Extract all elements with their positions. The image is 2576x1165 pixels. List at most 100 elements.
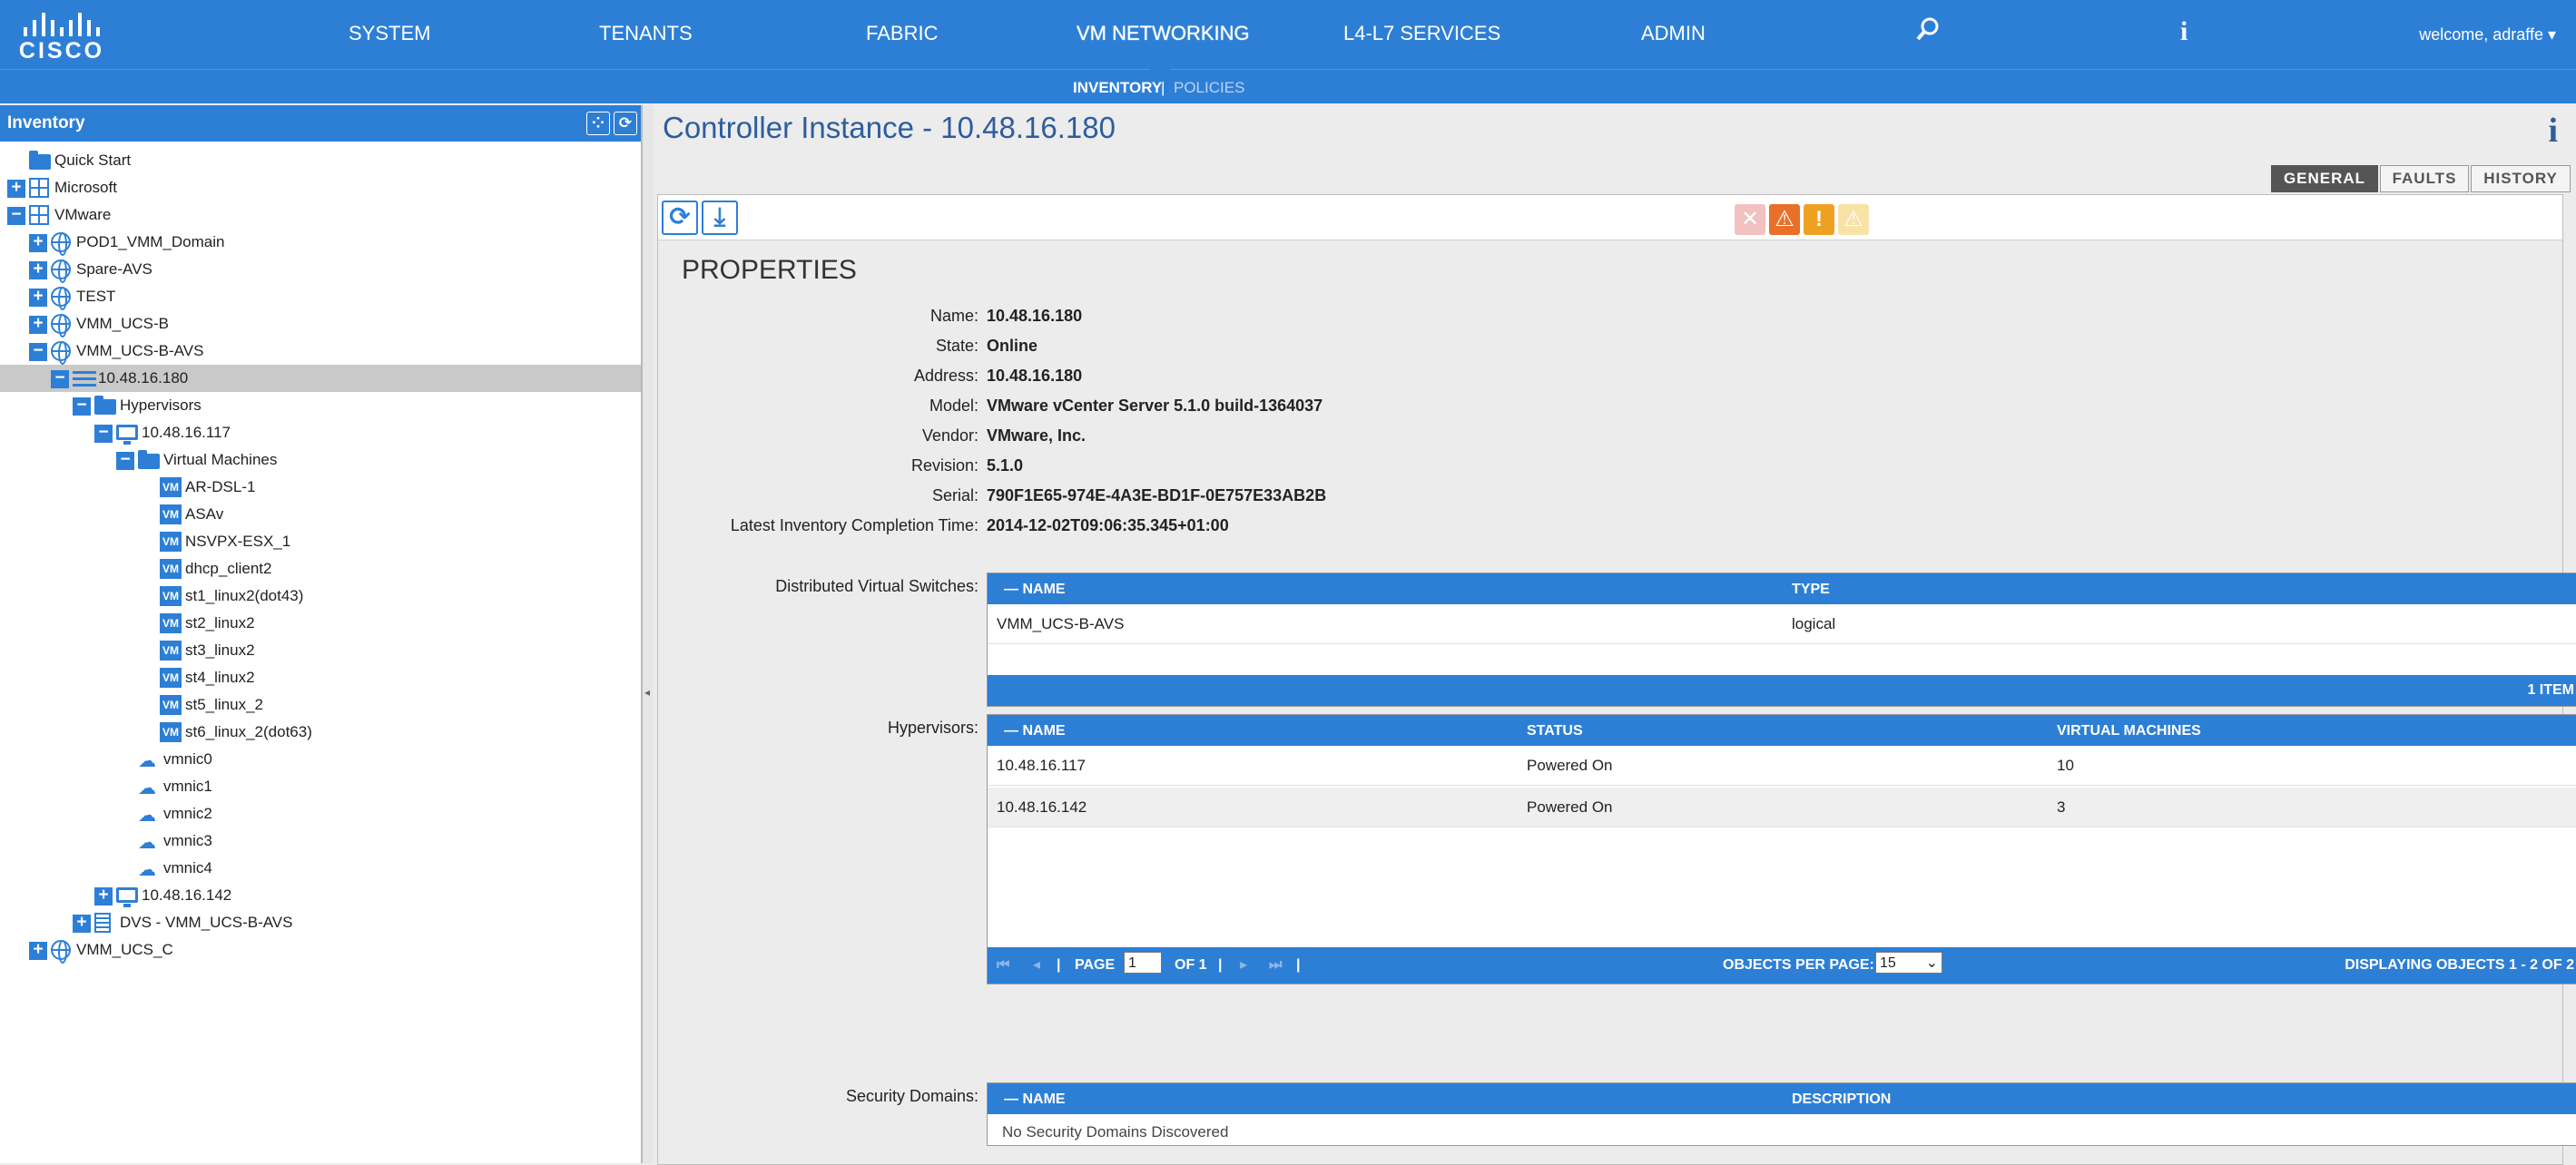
expand-icon[interactable]: + [29, 288, 47, 307]
tree-node-label: AR-DSL-1 [185, 478, 256, 495]
major-fault-icon[interactable]: ⚠ [1769, 204, 1800, 235]
tree-node[interactable]: VM st5_linux_2 [0, 691, 641, 719]
tree-node[interactable]: VM st1_linux2(dot43) [0, 582, 641, 610]
tree-node[interactable]: + Spare-AVS [0, 256, 641, 283]
collapse-icon[interactable]: − [116, 451, 134, 470]
tab-faults[interactable]: FAULTS [2380, 165, 2469, 192]
minor-fault-icon[interactable]: ! [1804, 204, 1834, 235]
sec-col-name[interactable]: — NAME [1004, 1092, 1066, 1108]
subnav-policies[interactable]: POLICIES [1174, 79, 1244, 97]
nav-fabric[interactable]: FABRIC [866, 22, 938, 45]
collapse-icon[interactable]: − [29, 342, 47, 361]
tree-node[interactable]: + VMM_UCS_C [0, 936, 641, 964]
tree-node[interactable]: VM st2_linux2 [0, 610, 641, 637]
nav-l4-l7-services[interactable]: L4-L7 SERVICES [1343, 22, 1500, 45]
folder-icon [138, 450, 160, 469]
download-button-icon[interactable]: ⤓ [702, 201, 738, 235]
tree-node[interactable]: ☁ vmnic1 [0, 773, 641, 800]
tree-node[interactable]: VM ASAv [0, 501, 641, 528]
nav-tenants[interactable]: TENANTS [599, 22, 693, 45]
refresh-icon[interactable]: ⟳ [614, 112, 637, 135]
tree-node[interactable]: + TEST [0, 283, 641, 310]
tree-node[interactable]: ☁ vmnic3 [0, 827, 641, 855]
collapse-icon[interactable]: − [73, 396, 91, 416]
tree-layout-icon[interactable]: ⁘ [586, 112, 610, 135]
tab-history[interactable]: HISTORY [2471, 165, 2571, 192]
nav-system[interactable]: SYSTEM [349, 22, 430, 45]
hv-cell-vms: 3 [2057, 798, 2066, 816]
tree-node[interactable]: + POD1_VMM_Domain [0, 229, 641, 256]
tree-node[interactable]: + DVS - VMM_UCS-B-AVS [0, 909, 641, 936]
tree-node[interactable]: Quick Start [0, 147, 641, 174]
tree-node[interactable]: ☁ vmnic4 [0, 855, 641, 882]
tree-node[interactable]: ☁ vmnic2 [0, 800, 641, 827]
tree-node[interactable]: VM st3_linux2 [0, 637, 641, 664]
tree-node[interactable]: ☁ vmnic0 [0, 746, 641, 773]
user-menu[interactable]: welcome, adraffe ▾ [2419, 25, 2556, 44]
first-page-icon[interactable]: ⏮ [997, 947, 1009, 984]
tree-node[interactable]: +10.48.16.142 [0, 882, 641, 909]
tree-node[interactable]: VM AR-DSL-1 [0, 474, 641, 501]
tree-node[interactable]: − Virtual Machines [0, 446, 641, 474]
property-value: 10.48.16.180 [987, 307, 1083, 325]
page-title: Controller Instance - 10.48.16.180 [663, 111, 1116, 144]
expand-icon[interactable]: + [7, 179, 25, 198]
expand-icon[interactable]: + [73, 914, 91, 933]
tree-node[interactable]: VM st6_linux_2(dot63) [0, 719, 641, 746]
hypervisors-table: — NAME STATUS VIRTUAL MACHINES 10.48.16.… [987, 714, 2576, 984]
tree-node-label: 10.48.16.180 [98, 369, 189, 387]
tree-node[interactable]: − 10.48.16.117 [0, 419, 641, 446]
tree-node[interactable]: VM dhcp_client2 [0, 555, 641, 582]
collapse-arrow-icon[interactable]: ◂ [644, 686, 650, 699]
subnav-inventory[interactable]: INVENTORY [1073, 79, 1162, 97]
last-page-icon[interactable]: ⏭ [1269, 947, 1282, 984]
expand-icon[interactable]: + [29, 315, 47, 334]
property-value: 2014-12-02T09:06:35.345+01:00 [987, 516, 1229, 534]
property-value: 10.48.16.180 [987, 367, 1083, 385]
hv-col-vms[interactable]: VIRTUAL MACHINES [2057, 723, 2201, 739]
tree-node[interactable]: + Microsoft [0, 174, 641, 201]
panel-splitter[interactable]: ◂ [643, 105, 654, 1163]
tab-general[interactable]: GENERAL [2271, 165, 2378, 192]
expand-icon[interactable]: + [29, 941, 47, 960]
tree-node[interactable]: VM NSVPX-ESX_1 [0, 528, 641, 555]
tree-node[interactable]: − VMware [0, 201, 641, 229]
collapse-icon[interactable]: − [51, 369, 69, 388]
page-number-input[interactable]: 1 [1124, 952, 1162, 974]
tree-node[interactable]: − VMM_UCS-B-AVS [0, 338, 641, 365]
cisco-logo[interactable]: CISCO [13, 11, 111, 64]
dvs-col-type[interactable]: TYPE [1792, 582, 1830, 598]
next-page-icon[interactable]: ▸ [1240, 947, 1247, 984]
tree-node[interactable]: VM st4_linux2 [0, 664, 641, 691]
prev-page-icon[interactable]: ◂ [1033, 947, 1040, 984]
vm-icon: VM [160, 477, 182, 497]
collapse-icon[interactable]: − [94, 424, 113, 443]
nav-admin[interactable]: ADMIN [1641, 22, 1706, 45]
expand-icon[interactable]: + [94, 886, 113, 906]
table-row[interactable]: VMM_UCS-B-AVS logical [988, 604, 2576, 644]
refresh-button-icon[interactable]: ⟳ [662, 201, 698, 235]
tree-node[interactable]: − Hypervisors [0, 392, 641, 419]
expand-icon[interactable]: + [29, 233, 47, 252]
objects-per-page-select[interactable]: 15 ⌄ [1875, 952, 1942, 974]
tree-node-label: st4_linux2 [185, 669, 255, 686]
hv-col-status[interactable]: STATUS [1527, 723, 1583, 739]
warning-fault-icon[interactable]: ⚠ [1838, 204, 1869, 235]
tree-node[interactable]: − 10.48.16.180 [0, 365, 641, 392]
expand-icon[interactable]: + [29, 260, 47, 279]
hv-col-name[interactable]: — NAME [1004, 723, 1066, 739]
critical-fault-icon[interactable]: ✕ [1735, 204, 1765, 235]
search-icon[interactable] [1915, 16, 1941, 48]
table-row[interactable]: 10.48.16.117 Powered On 10 [988, 746, 2576, 786]
tree-node[interactable]: + VMM_UCS-B [0, 310, 641, 338]
property-label: State: [935, 337, 978, 355]
dvs-col-name[interactable]: — NAME [1004, 582, 1066, 598]
cloud-icon: ☁ [138, 778, 156, 798]
table-row[interactable]: 10.48.16.142 Powered On 3 [988, 788, 2576, 827]
nav-vm-networking[interactable]: VM NETWORKING [1077, 22, 1250, 45]
collapse-icon[interactable]: − [7, 206, 25, 225]
info-icon[interactable]: i [2180, 16, 2188, 47]
sec-col-description[interactable]: DESCRIPTION [1792, 1092, 1891, 1108]
help-info-icon[interactable]: i [2548, 111, 2558, 151]
hypervisors-pager: ⏮ ◂ | PAGE 1 OF 1 | ▸ ⏭ | OBJECTS PER PA… [988, 947, 2576, 984]
